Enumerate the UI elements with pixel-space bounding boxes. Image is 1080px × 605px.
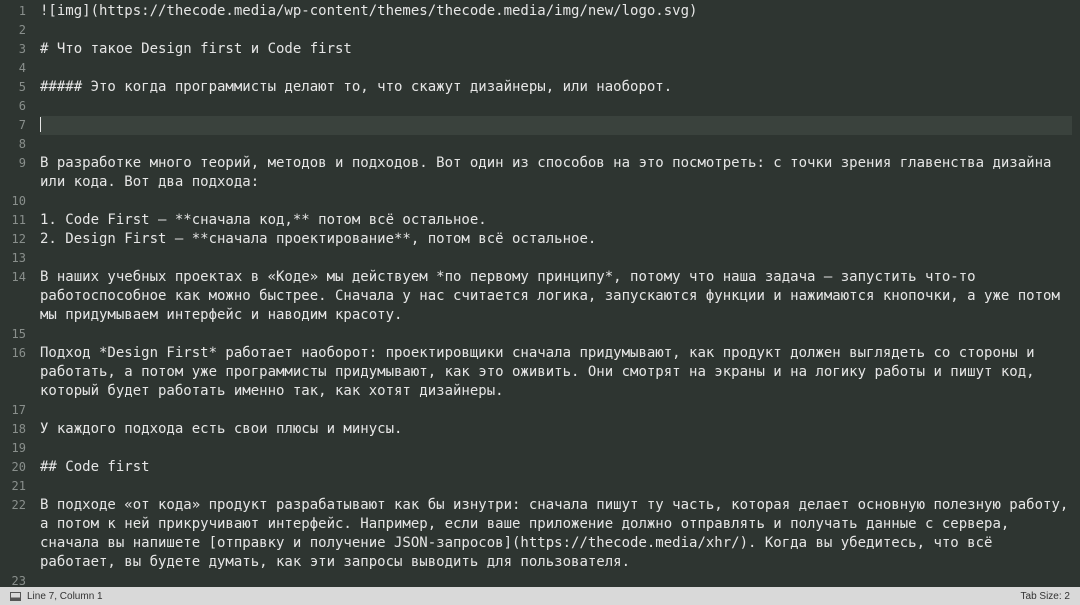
line-number: 19 (0, 439, 26, 458)
line-number: 18 (0, 420, 26, 439)
code-line[interactable]: В подходе «от кода» продукт разрабатываю… (40, 496, 1072, 572)
code-line[interactable]: Подход *Design First* работает наоборот:… (40, 344, 1072, 401)
line-number: 16 (0, 344, 26, 401)
line-number: 11 (0, 211, 26, 230)
code-line[interactable]: В наших учебных проектах в «Коде» мы дей… (40, 268, 1072, 325)
tab-size[interactable]: Tab Size: 2 (1021, 591, 1070, 602)
editor-area[interactable]: 1234567891011121314151617181920212223 ![… (0, 0, 1080, 587)
code-line[interactable] (40, 59, 1072, 78)
line-number: 2 (0, 21, 26, 40)
text-cursor (40, 117, 41, 132)
code-line[interactable] (40, 401, 1072, 420)
line-number: 5 (0, 78, 26, 97)
line-number: 6 (0, 97, 26, 116)
line-number: 9 (0, 154, 26, 192)
line-number: 12 (0, 230, 26, 249)
cursor-position: Line 7, Column 1 (27, 591, 103, 602)
line-number: 15 (0, 325, 26, 344)
code-line[interactable] (40, 116, 1072, 135)
status-bar: Line 7, Column 1 Tab Size: 2 (0, 587, 1080, 605)
line-number: 1 (0, 2, 26, 21)
panel-toggle-icon[interactable] (10, 592, 21, 601)
code-line[interactable] (40, 249, 1072, 268)
code-line[interactable] (40, 21, 1072, 40)
code-line[interactable]: У каждого подхода есть свои плюсы и мину… (40, 420, 1072, 439)
line-number: 22 (0, 496, 26, 572)
line-number: 7 (0, 116, 26, 135)
code-line[interactable]: ##### Это когда программисты делают то, … (40, 78, 1072, 97)
line-number: 21 (0, 477, 26, 496)
code-line[interactable] (40, 477, 1072, 496)
code-line[interactable]: В разработке много теорий, методов и под… (40, 154, 1072, 192)
code-line[interactable]: 1. Code First — **сначала код,** потом в… (40, 211, 1072, 230)
code-line[interactable]: # Что такое Design first и Code first (40, 40, 1072, 59)
line-number: 17 (0, 401, 26, 420)
code-line[interactable]: 2. Design First — **сначала проектирован… (40, 230, 1072, 249)
code-line[interactable] (40, 192, 1072, 211)
line-number: 20 (0, 458, 26, 477)
code-line[interactable] (40, 439, 1072, 458)
line-number: 10 (0, 192, 26, 211)
line-number-gutter: 1234567891011121314151617181920212223 (0, 0, 32, 587)
line-number: 13 (0, 249, 26, 268)
code-line[interactable]: ![img](https://thecode.media/wp-content/… (40, 2, 1072, 21)
code-line[interactable] (40, 135, 1072, 154)
code-line[interactable] (40, 97, 1072, 116)
line-number: 4 (0, 59, 26, 78)
line-number: 8 (0, 135, 26, 154)
code-line[interactable]: ## Code first (40, 458, 1072, 477)
line-number: 14 (0, 268, 26, 325)
line-number: 3 (0, 40, 26, 59)
code-content[interactable]: ![img](https://thecode.media/wp-content/… (32, 0, 1080, 587)
code-line[interactable] (40, 325, 1072, 344)
